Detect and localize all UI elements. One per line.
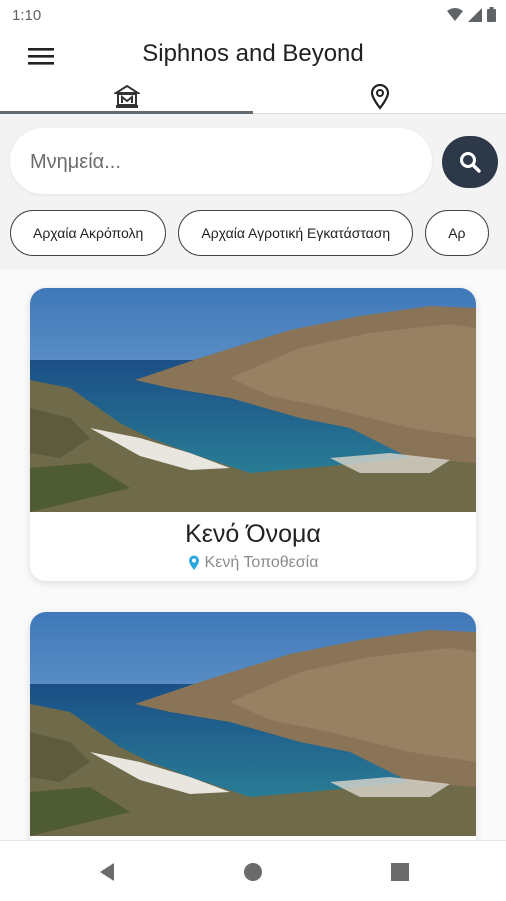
search-box bbox=[10, 128, 432, 196]
card-location: Κενή Τοποθεσία bbox=[30, 554, 476, 572]
search-icon bbox=[460, 152, 481, 173]
search-section: Αρχαία Ακρόπολη Αρχαία Αγροτική Εγκατάστ… bbox=[0, 114, 506, 270]
search-input[interactable] bbox=[28, 128, 422, 196]
page-title: Siphnos and Beyond bbox=[142, 40, 364, 67]
app-bar: Siphnos and Beyond bbox=[0, 32, 506, 80]
home-button[interactable] bbox=[238, 857, 268, 887]
recents-square-icon bbox=[391, 863, 409, 881]
back-triangle-icon bbox=[100, 863, 114, 881]
card-location-text: Κενή Τοποθεσία bbox=[204, 554, 319, 571]
museum-icon bbox=[113, 85, 140, 108]
monument-card[interactable] bbox=[30, 612, 476, 840]
chip-ancient-farm[interactable]: Αρχαία Αγροτική Εγκατάσταση bbox=[178, 210, 414, 256]
tab-monuments[interactable] bbox=[0, 80, 253, 114]
signal-icon bbox=[468, 7, 482, 22]
status-time: 1:10 bbox=[12, 7, 42, 24]
monument-list: Κενό Όνομα Κενή Τοποθεσία bbox=[0, 270, 506, 840]
location-pin-icon bbox=[188, 555, 199, 570]
system-nav-bar bbox=[0, 840, 506, 901]
battery-icon bbox=[487, 7, 496, 22]
wifi-icon bbox=[447, 7, 463, 21]
monument-card[interactable]: Κενό Όνομα Κενή Τοποθεσία bbox=[30, 288, 476, 581]
island-bay-photo bbox=[30, 612, 476, 836]
tab-map[interactable] bbox=[253, 80, 506, 114]
map-pin-icon bbox=[370, 84, 389, 110]
recents-button[interactable] bbox=[385, 857, 415, 887]
chip-ancient-acropolis[interactable]: Αρχαία Ακρόπολη bbox=[10, 210, 167, 256]
status-icons bbox=[447, 7, 496, 22]
category-chips: Αρχαία Ακρόπολη Αρχαία Αγροτική Εγκατάστ… bbox=[10, 210, 506, 260]
tab-bar bbox=[0, 80, 506, 114]
search-button[interactable] bbox=[442, 136, 498, 188]
back-button[interactable] bbox=[92, 857, 122, 887]
home-circle-icon bbox=[244, 863, 262, 881]
chip-partial[interactable]: Αρ bbox=[425, 210, 489, 256]
card-title: Κενό Όνομα bbox=[185, 520, 321, 548]
status-bar: 1:10 bbox=[0, 0, 506, 32]
island-bay-photo bbox=[30, 288, 476, 512]
